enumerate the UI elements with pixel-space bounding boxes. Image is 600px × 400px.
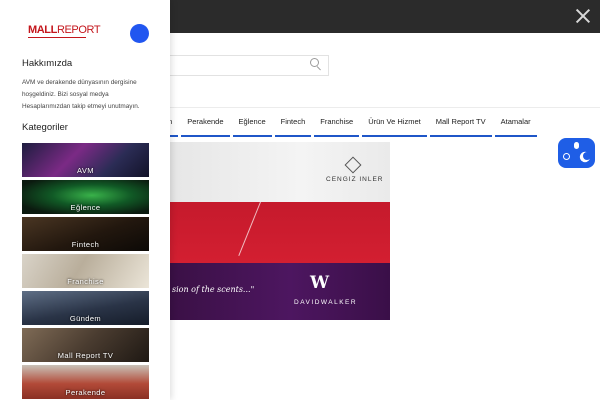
cengiz-brand: CENGIZ INLER xyxy=(326,176,384,183)
about-text: AVM ve derakende dünyasının dergisine ho… xyxy=(22,79,140,110)
category-label: Perakende xyxy=(65,388,106,397)
category-label: AVM xyxy=(77,166,94,175)
category-card-fintech[interactable]: Fintech xyxy=(22,217,149,251)
logo-mall: MALL xyxy=(28,24,57,36)
ad-banner[interactable]: CENGIZ INLER sion of the scents..." W DA… xyxy=(168,142,390,320)
logo-report: REPORT xyxy=(56,24,101,36)
sun-icon[interactable] xyxy=(563,153,570,160)
davidwalker-brand: DAVIDWALKER xyxy=(294,299,358,306)
site-logo[interactable]: MALLREPORT xyxy=(28,24,101,36)
nav-divider xyxy=(170,107,600,108)
nav-item-eglence[interactable]: Eğlence xyxy=(232,112,272,137)
theme-toggle[interactable] xyxy=(558,138,595,168)
moon-icon[interactable] xyxy=(583,152,591,160)
about-heading: Hakkımızda xyxy=(22,58,73,69)
category-label: Fintech xyxy=(71,240,100,249)
nav-item-urun-ve-hizmet[interactable]: Ürün Ve Hizmet xyxy=(362,112,427,137)
nav-item-franchise[interactable]: Franchise xyxy=(314,112,360,137)
category-label: Eğlence xyxy=(70,203,101,212)
category-card-mall-report-tv[interactable]: Mall Report TV xyxy=(22,328,149,362)
close-icon[interactable] xyxy=(574,7,592,25)
davidwalker-slogan: sion of the scents..." xyxy=(172,285,255,294)
logo-underline xyxy=(28,37,86,38)
category-list: AVM Eğlence Fintech Franchise Gündem Mal… xyxy=(22,143,149,400)
category-card-eglence[interactable]: Eğlence xyxy=(22,180,149,214)
category-label: Franchise xyxy=(67,277,104,286)
category-label: Gündem xyxy=(69,314,102,323)
toggle-knob xyxy=(574,142,579,149)
nav-item-mall-report-tv[interactable]: Mall Report TV xyxy=(429,112,492,137)
page: m Perakende Eğlence Fintech Franchise Ür… xyxy=(0,0,600,400)
davidwalker-monogram: W xyxy=(310,273,330,293)
category-card-avm[interactable]: AVM xyxy=(22,143,149,177)
side-panel: MALLREPORT Hakkımızda AVM ve derakende d… xyxy=(0,0,170,400)
category-label: Mall Report TV xyxy=(57,351,114,360)
search-icon[interactable] xyxy=(310,58,320,68)
nav-item-fintech[interactable]: Fintech xyxy=(274,112,312,137)
nav-item-perakende[interactable]: Perakende xyxy=(181,112,230,137)
nav-item-atamalar[interactable]: Atamalar xyxy=(494,112,537,137)
category-card-perakende[interactable]: Perakende xyxy=(22,365,149,399)
category-card-gundem[interactable]: Gündem xyxy=(22,291,149,325)
red-ad[interactable] xyxy=(168,202,390,263)
categories-heading: Kategoriler xyxy=(22,122,68,133)
cengiz-inler-ad[interactable] xyxy=(168,142,390,202)
panel-action-button[interactable] xyxy=(130,24,149,43)
category-nav: m Perakende Eğlence Fintech Franchise Ür… xyxy=(160,112,540,137)
category-card-franchise[interactable]: Franchise xyxy=(22,254,149,288)
